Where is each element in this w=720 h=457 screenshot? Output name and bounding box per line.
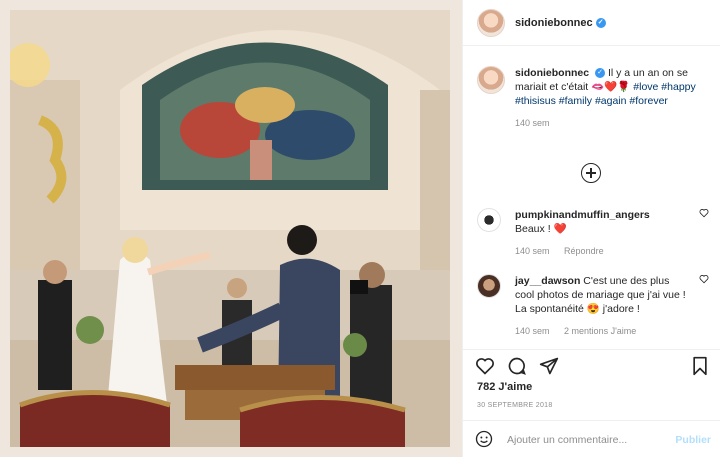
comment-emoji: 😍 bbox=[586, 303, 600, 315]
post-header: sidoniebonnec ✓ bbox=[463, 0, 720, 46]
heart-icon[interactable] bbox=[475, 356, 495, 376]
caption-username[interactable]: sidoniebonnec bbox=[515, 67, 589, 79]
comment-text-after: j'adore ! bbox=[599, 303, 640, 315]
wedding-photo-illustration bbox=[10, 10, 450, 447]
comment-input[interactable]: Ajouter un commentaire... bbox=[507, 434, 627, 446]
comment-meta: 140 sem Répondre bbox=[515, 244, 691, 258]
comment-body: pumpkinandmuffin_angers Beaux ! ❤️ 140 s… bbox=[515, 208, 709, 258]
comment-item: pumpkinandmuffin_angers Beaux ! ❤️ 140 s… bbox=[477, 208, 709, 258]
verified-icon: ✓ bbox=[595, 17, 606, 28]
comment-avatar[interactable] bbox=[477, 274, 501, 298]
comment-likes[interactable]: 2 mentions J'aime bbox=[564, 326, 636, 336]
comment-time: 140 sem bbox=[515, 326, 550, 336]
comment-icon[interactable] bbox=[507, 356, 527, 376]
share-icon[interactable] bbox=[539, 356, 559, 376]
caption-text: sidoniebonnec ✓ Il y a un an on se maria… bbox=[515, 66, 709, 130]
comment-meta: 140 sem 2 mentions J'aime bbox=[515, 324, 691, 338]
add-comment-bar: Ajouter un commentaire... Publier bbox=[463, 420, 720, 457]
post-caption: sidoniebonnec ✓ Il y a un an on se maria… bbox=[477, 66, 709, 130]
likes-count[interactable]: 782 J'aime bbox=[477, 381, 532, 393]
photo-image bbox=[10, 10, 450, 447]
comment-time: 140 sem bbox=[515, 246, 550, 256]
author-username[interactable]: sidoniebonnec ✓ bbox=[515, 17, 606, 29]
caption-emojis: 🫦❤️🌹 bbox=[591, 81, 631, 93]
reply-link[interactable]: Répondre bbox=[564, 246, 604, 256]
verified-icon: ✓ bbox=[595, 68, 606, 79]
post-date: 30 SEPTEMBRE 2018 bbox=[477, 402, 553, 409]
post-photo[interactable] bbox=[0, 0, 462, 457]
bookmark-icon[interactable] bbox=[691, 356, 709, 376]
comment-avatar[interactable] bbox=[477, 208, 501, 232]
caption-time: 140 sem bbox=[515, 118, 550, 128]
comment-item: jay__dawson C'est une des plus cool phot… bbox=[477, 274, 709, 338]
caption-avatar[interactable] bbox=[477, 66, 505, 94]
heart-icon[interactable] bbox=[699, 274, 709, 284]
publish-button[interactable]: Publier bbox=[675, 434, 711, 446]
more-icon[interactable] bbox=[581, 163, 601, 183]
post-actions bbox=[463, 349, 720, 379]
comment-body: jay__dawson C'est une des plus cool phot… bbox=[515, 274, 709, 338]
post-side-panel: sidoniebonnec ✓ sidoniebonnec ✓ Il y a un… bbox=[462, 0, 720, 457]
emoji-icon[interactable] bbox=[475, 430, 493, 448]
comment-text: Beaux ! bbox=[515, 223, 554, 235]
comment-emoji: ❤️ bbox=[553, 223, 567, 235]
comment-username[interactable]: jay__dawson bbox=[515, 275, 580, 287]
comment-username[interactable]: pumpkinandmuffin_angers bbox=[515, 209, 650, 221]
author-avatar[interactable] bbox=[477, 8, 505, 37]
heart-icon[interactable] bbox=[699, 208, 709, 218]
instagram-post-window: sidoniebonnec ✓ sidoniebonnec ✓ Il y a un… bbox=[0, 0, 720, 457]
